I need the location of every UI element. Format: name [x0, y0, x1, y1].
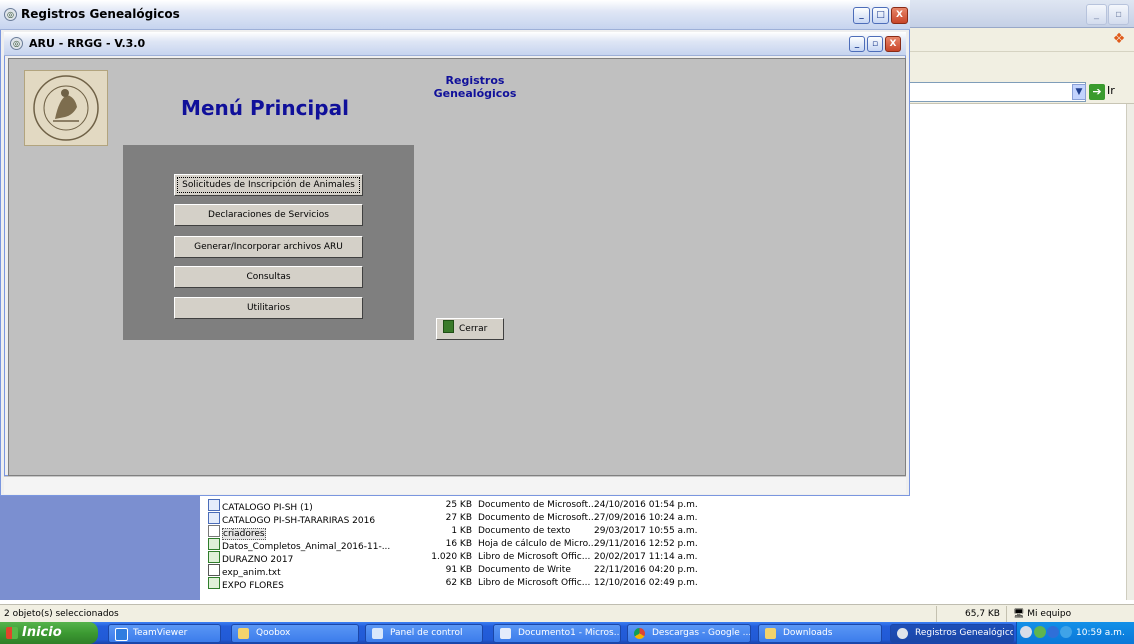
menu-title: Menú Principal — [181, 96, 349, 120]
tray-security-icon[interactable] — [1047, 626, 1059, 638]
header-title: Registros Genealógicos — [400, 74, 550, 100]
status-size: 65,7 KB — [936, 606, 1000, 622]
windows-logo-icon: ❖ — [1108, 28, 1130, 50]
declaraciones-button[interactable]: Declaraciones de Servicios — [174, 204, 363, 226]
folder-icon — [238, 628, 249, 639]
chrome-icon — [634, 628, 645, 639]
taskbar-item-registros-genealogicos[interactable]: Registros Genealógicos — [890, 624, 1014, 643]
taskbar-item-downloads[interactable]: Downloads — [758, 624, 882, 643]
address-input[interactable] — [908, 82, 1086, 102]
child-title: ARU - RRGG - V.3.0 — [29, 37, 146, 50]
spreadsheet-icon — [208, 538, 220, 550]
explorer-task-pane — [0, 496, 200, 600]
spreadsheet-icon — [208, 551, 220, 563]
tray-volume-icon[interactable] — [1060, 626, 1072, 638]
file-row[interactable]: Datos_Completos_Animal_2016-11-... 16 KB… — [208, 538, 908, 552]
consultas-button[interactable]: Consultas — [174, 266, 363, 288]
file-row[interactable]: CATALOGO PI-SH-TARARIRAS 2016 27 KB Docu… — [208, 512, 908, 526]
child-app-icon: ◎ — [10, 37, 23, 50]
taskbar-item-teamviewer[interactable]: TeamViewer — [108, 624, 221, 643]
write-document-icon — [208, 564, 220, 576]
close-button[interactable]: X — [891, 7, 908, 24]
computer-icon: 🖥 — [1013, 609, 1028, 619]
file-row[interactable]: DURAZNO 2017 1.020 KB Libro de Microsoft… — [208, 551, 908, 565]
word-document-icon — [208, 512, 220, 524]
generar-incorporar-button[interactable]: Generar/Incorporar archivos ARU — [174, 236, 363, 258]
address-dropdown-button[interactable]: ▼ — [1072, 84, 1086, 100]
text-file-icon — [208, 525, 220, 537]
background-restore-button[interactable]: ▫ — [1108, 4, 1129, 25]
file-row[interactable]: criadores 1 KB Documento de texto 29/03/… — [208, 525, 908, 540]
tray-back-icon[interactable] — [1020, 626, 1032, 638]
header-line-2: Genealógicos — [433, 87, 517, 100]
folder-icon — [765, 628, 776, 639]
cerrar-button[interactable]: Cerrar — [436, 318, 504, 340]
app-statusbar — [4, 476, 906, 494]
file-row[interactable]: EXPO FLORES 62 KB Libro de Microsoft Off… — [208, 577, 908, 591]
background-menubar — [908, 28, 1134, 52]
explorer-statusbar: 2 objeto(s) seleccionados 65,7 KB 🖥 Mi e… — [0, 604, 1134, 622]
go-button-label[interactable]: Ir — [1107, 84, 1115, 97]
minimize-button[interactable]: _ — [853, 7, 870, 24]
word-icon — [500, 628, 511, 639]
tray-clock: 10:59 a.m. — [1076, 628, 1125, 638]
vertical-scrollbar[interactable] — [1126, 104, 1134, 600]
windows-flag-icon — [6, 627, 18, 639]
association-logo — [24, 70, 108, 146]
taskbar-item-descargas-google[interactable]: Descargas - Google ... — [627, 624, 751, 643]
word-document-icon — [208, 499, 220, 511]
maximize-button[interactable]: □ — [872, 7, 889, 24]
exit-door-icon — [443, 320, 454, 333]
file-row[interactable]: CATALOGO PI-SH (1) 25 KB Documento de Mi… — [208, 499, 908, 513]
child-restore-button[interactable]: ▫ — [867, 36, 883, 52]
child-close-button[interactable]: X — [885, 36, 901, 52]
teamviewer-icon — [115, 628, 128, 641]
taskbar-item-documento1[interactable]: Documento1 - Micros... — [493, 624, 621, 643]
status-location: 🖥 Mi equipo — [1006, 606, 1071, 622]
taskbar-item-qoobox[interactable]: Qoobox — [231, 624, 359, 643]
app-icon: ◎ — [4, 8, 17, 21]
control-panel-icon — [372, 628, 383, 639]
app-title: Registros Genealógicos — [21, 7, 180, 21]
utilitarios-button[interactable]: Utilitarios — [174, 297, 363, 319]
solicitudes-button[interactable]: Solicitudes de Inscripción de Animales — [174, 174, 363, 196]
tray-network-icon[interactable] — [1034, 626, 1046, 638]
background-content-area — [908, 104, 1126, 600]
background-toolbar — [908, 52, 1134, 80]
status-selection-count: 2 objeto(s) seleccionados — [4, 609, 119, 619]
seal-icon — [33, 75, 99, 141]
header-line-1: Registros — [445, 74, 505, 87]
app-icon — [897, 628, 908, 639]
spreadsheet-icon — [208, 577, 220, 589]
file-row[interactable]: exp_anim.txt 91 KB Documento de Write 22… — [208, 564, 908, 578]
background-minimize-button[interactable]: _ — [1086, 4, 1107, 25]
child-minimize-button[interactable]: _ — [849, 36, 865, 52]
go-arrow-icon[interactable]: ➔ — [1089, 84, 1105, 100]
taskbar-item-panel-de-control[interactable]: Panel de control — [365, 624, 483, 643]
